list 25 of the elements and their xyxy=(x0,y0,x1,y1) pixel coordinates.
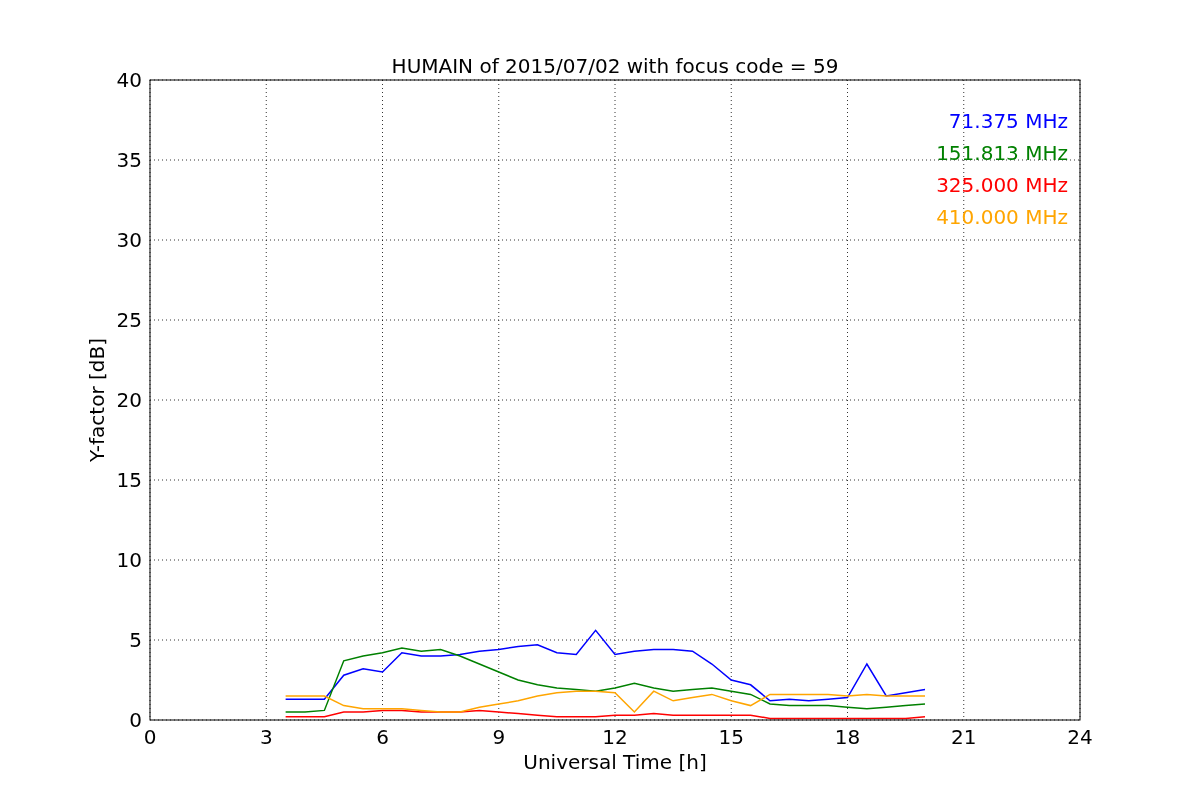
legend-label: 410.000 MHz xyxy=(936,205,1068,229)
legend-label: 325.000 MHz xyxy=(936,173,1068,197)
x-tick-label: 18 xyxy=(834,725,861,749)
y-tick-label: 35 xyxy=(116,148,142,172)
y-tick-label: 0 xyxy=(129,708,142,732)
y-tick-label: 5 xyxy=(129,628,142,652)
x-tick-label: 21 xyxy=(951,725,977,749)
y-tick-label: 25 xyxy=(116,308,142,332)
y-tick-label: 10 xyxy=(116,548,142,572)
x-tick-label: 12 xyxy=(602,725,628,749)
x-tick-label: 15 xyxy=(718,725,744,749)
y-tick-label: 15 xyxy=(116,468,142,492)
y-tick-label: 40 xyxy=(116,68,142,92)
legend-label: 71.375 MHz xyxy=(948,109,1068,133)
x-tick-label: 6 xyxy=(376,725,389,749)
x-tick-label: 24 xyxy=(1067,725,1093,749)
x-axis-label: Universal Time [h] xyxy=(523,750,707,774)
y-tick-label: 30 xyxy=(116,228,142,252)
y-axis-label: Y-factor [dB] xyxy=(85,338,109,462)
y-tick-label: 20 xyxy=(116,388,142,412)
x-tick-label: 9 xyxy=(492,725,506,749)
x-tick-label: 0 xyxy=(143,725,157,749)
x-tick-label: 3 xyxy=(259,725,273,749)
legend-label: 151.813 MHz xyxy=(936,141,1068,165)
chart-title: HUMAIN of 2015/07/02 with focus code = 59 xyxy=(391,54,839,78)
